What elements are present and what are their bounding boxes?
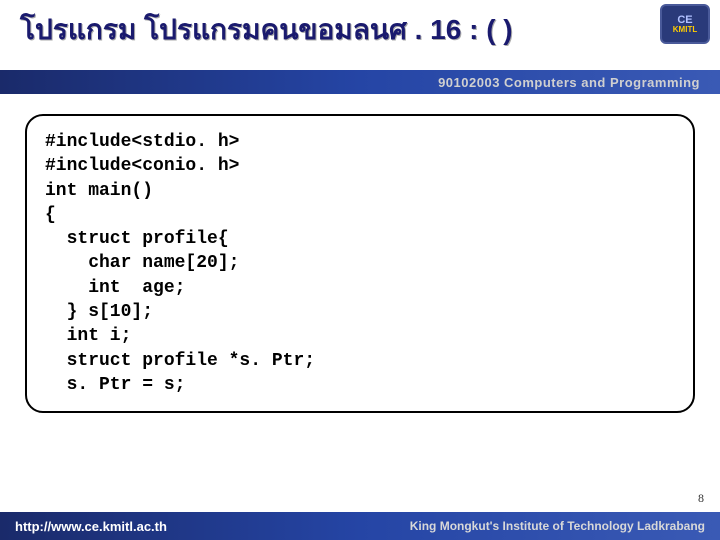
course-code-text: 90102003 Computers and Programming bbox=[438, 75, 700, 90]
code-line: int i; bbox=[45, 324, 675, 348]
code-line: #include<stdio. h> bbox=[45, 130, 675, 154]
code-line: char name[20]; bbox=[45, 251, 675, 275]
content-area: #include<stdio. h> #include<conio. h> in… bbox=[0, 94, 720, 433]
slide-title: โปรแกรม โปรแกรมคนขอมลนศ . 16 : ( ) bbox=[20, 8, 700, 52]
code-line: int main() bbox=[45, 179, 675, 203]
institute-logo: CE KMITL bbox=[660, 4, 710, 44]
slide-header: โปรแกรม โปรแกรมคนขอมลนศ . 16 : ( ) CE KM… bbox=[0, 0, 720, 70]
code-line: int age; bbox=[45, 276, 675, 300]
code-line: { bbox=[45, 203, 675, 227]
code-line: s. Ptr = s; bbox=[45, 373, 675, 397]
course-bar: 90102003 Computers and Programming bbox=[0, 70, 720, 94]
code-line: } s[10]; bbox=[45, 300, 675, 324]
slide-footer: http://www.ce.kmitl.ac.th King Mongkut's… bbox=[0, 512, 720, 540]
logo-text-bottom: KMITL bbox=[673, 26, 697, 34]
code-line: struct profile{ bbox=[45, 227, 675, 251]
footer-institute: King Mongkut's Institute of Technology L… bbox=[410, 519, 705, 533]
slide-container: โปรแกรม โปรแกรมคนขอมลนศ . 16 : ( ) CE KM… bbox=[0, 0, 720, 540]
code-box: #include<stdio. h> #include<conio. h> in… bbox=[25, 114, 695, 413]
page-number: 8 bbox=[698, 491, 704, 506]
code-line: struct profile *s. Ptr; bbox=[45, 349, 675, 373]
code-line: #include<conio. h> bbox=[45, 154, 675, 178]
footer-url: http://www.ce.kmitl.ac.th bbox=[15, 519, 167, 534]
logo-text-top: CE bbox=[677, 15, 692, 26]
